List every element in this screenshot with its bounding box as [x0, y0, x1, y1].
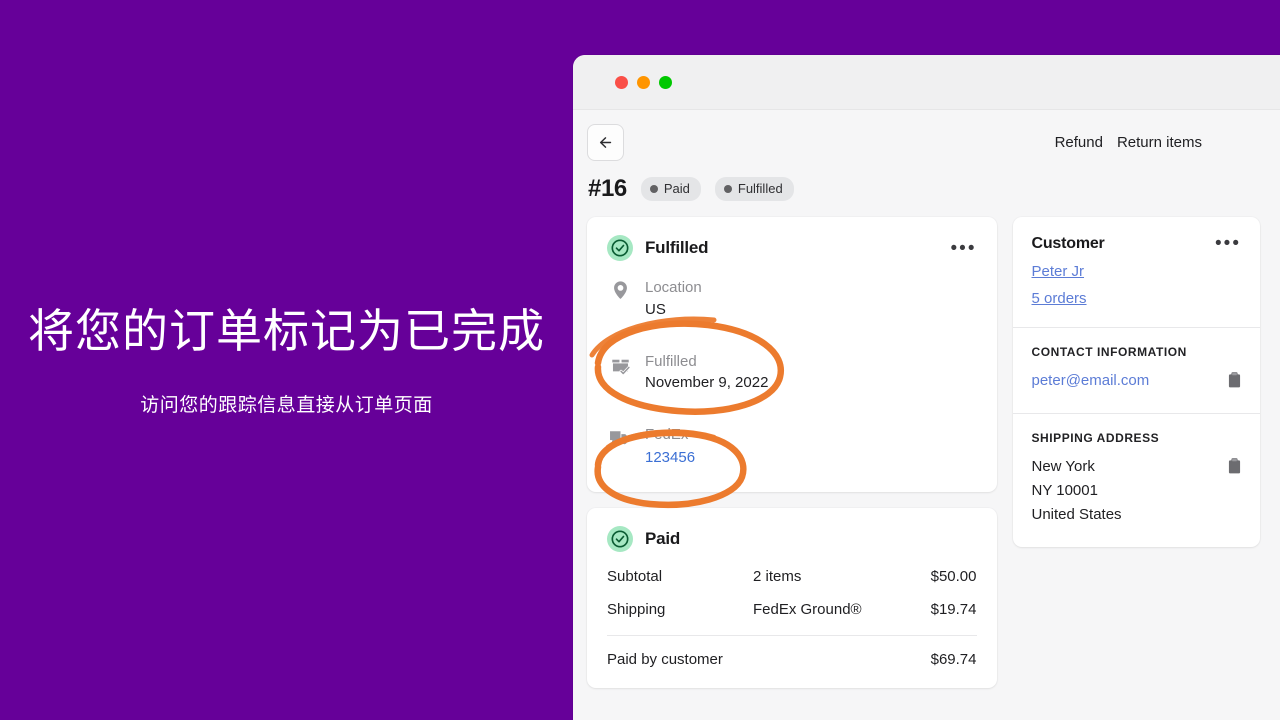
- payment-card: Paid Subtotal 2 items $50.00 Shipping Fe…: [587, 507, 997, 688]
- customer-card: Customer ••• Peter Jr 5 orders CONTACT I…: [1012, 217, 1261, 547]
- shipping-address-lines: New York NY 10001 United States: [1032, 455, 1122, 527]
- customer-orders-link[interactable]: 5 orders: [1032, 290, 1087, 307]
- maximize-window-button[interactable]: [659, 75, 672, 89]
- order-heading: #16 Paid Fulfilled: [587, 175, 1260, 203]
- payment-status-title: Paid: [645, 528, 681, 548]
- fulfillment-location-row: Location US: [607, 277, 977, 321]
- fulfilled-date-value: November 9, 2022: [645, 374, 769, 392]
- shipping-amount: $19.74: [930, 600, 977, 618]
- payment-divider: [607, 634, 977, 636]
- status-badge-fulfilled-label: Fulfilled: [737, 181, 783, 196]
- shipping-address-caption: SHIPPING ADDRESS: [1031, 431, 1160, 445]
- subtotal-label: Subtotal: [607, 567, 663, 585]
- check-circle-icon: [607, 525, 633, 552]
- order-main-column: Fulfilled ••• Location US Fulfilled Nove…: [587, 217, 997, 688]
- fulfilled-label: Fulfilled: [645, 352, 697, 370]
- map-pin-icon: [609, 277, 631, 302]
- payment-row-subtotal: Subtotal 2 items $50.00: [607, 568, 977, 585]
- customer-section-header: Customer •••: [1032, 234, 1242, 253]
- page-toolbar: Refund Return items: [587, 124, 1260, 161]
- fulfillment-carrier-text: FedEx 123456: [645, 424, 695, 470]
- promo-panel: 将您的订单标记为已完成 访问您的跟踪信息直接从订单页面: [0, 0, 573, 720]
- fulfillment-carrier-row: FedEx 123456: [607, 424, 977, 470]
- clipboard-icon[interactable]: [1228, 455, 1241, 479]
- customer-email-link[interactable]: peter@email.com: [1032, 369, 1150, 393]
- customer-title: Customer: [1031, 234, 1105, 252]
- status-badge-paid-label: Paid: [663, 181, 690, 196]
- shipping-detail: FedEx Ground®: [753, 600, 862, 618]
- customer-menu-button[interactable]: •••: [1215, 234, 1241, 253]
- order-actions: Refund Return items: [1055, 134, 1260, 151]
- fulfillment-status-title: Fulfilled: [645, 238, 709, 257]
- customer-section: Customer ••• Peter Jr 5 orders: [1013, 217, 1261, 327]
- fulfillment-date-row: Fulfilled November 9, 2022: [607, 351, 977, 395]
- promo-headline: 将您的订单标记为已完成: [28, 304, 545, 357]
- check-circle-icon: [607, 235, 633, 261]
- order-sidebar-column: Customer ••• Peter Jr 5 orders CONTACT I…: [1012, 217, 1261, 547]
- order-number: #16: [588, 175, 627, 202]
- tracking-number-link[interactable]: 123456: [645, 446, 695, 470]
- window-titlebar: [573, 55, 1280, 110]
- order-columns: Fulfilled ••• Location US Fulfilled Nove…: [587, 217, 1260, 688]
- paid-by-customer-label: Paid by customer: [607, 650, 723, 668]
- contact-information-caption: CONTACT INFORMATION: [1031, 345, 1187, 359]
- contact-email-row: peter@email.com: [1032, 369, 1242, 393]
- arrow-left-icon: [597, 134, 614, 151]
- refund-button[interactable]: Refund: [1055, 134, 1103, 151]
- location-value: US: [645, 300, 666, 318]
- fulfillment-date-text: Fulfilled November 9, 2022: [645, 351, 768, 395]
- package-check-icon: [609, 351, 631, 376]
- fulfillment-card: Fulfilled ••• Location US Fulfilled Nove…: [587, 217, 997, 492]
- status-dot-icon: [723, 184, 732, 193]
- return-items-button[interactable]: Return items: [1117, 134, 1202, 151]
- shipping-label: Shipping: [607, 600, 666, 618]
- fulfillment-menu-button[interactable]: •••: [951, 239, 977, 258]
- fulfillment-card-header: Fulfilled •••: [607, 235, 977, 261]
- truck-icon: [609, 424, 631, 446]
- location-label: Location: [645, 279, 702, 296]
- shipping-address-row: New York NY 10001 United States: [1032, 455, 1242, 527]
- payment-card-header: Paid: [607, 525, 977, 552]
- paid-by-customer-amount: $69.74: [930, 650, 977, 668]
- payment-row-total: Paid by customer $69.74: [607, 651, 977, 668]
- shipping-address-line-1: New York: [1031, 458, 1095, 475]
- subtotal-amount: $50.00: [930, 567, 977, 585]
- subtotal-detail: 2 items: [753, 567, 802, 585]
- contact-information-section: CONTACT INFORMATION peter@email.com: [1013, 328, 1261, 413]
- close-window-button[interactable]: [615, 75, 628, 89]
- fulfillment-title-group: Fulfilled: [607, 235, 709, 261]
- app-window: Refund Return items #16 Paid Fulfilled F…: [573, 55, 1280, 720]
- shipping-address-section: SHIPPING ADDRESS New York NY 10001 Unite…: [1013, 414, 1261, 547]
- shipping-address-line-3: United States: [1031, 506, 1122, 523]
- payment-row-shipping: Shipping FedEx Ground® $19.74: [607, 601, 977, 618]
- clipboard-icon[interactable]: [1228, 369, 1241, 393]
- status-dot-icon: [649, 184, 658, 193]
- status-badge-fulfilled: Fulfilled: [714, 177, 794, 201]
- fulfillment-location-text: Location US: [645, 277, 702, 321]
- carrier-label: FedEx: [645, 426, 689, 443]
- shipping-address-line-2: NY 10001: [1031, 482, 1098, 499]
- customer-name-link[interactable]: Peter Jr: [1032, 263, 1085, 280]
- promo-subtitle: 访问您的跟踪信息直接从订单页面: [140, 395, 433, 417]
- app-content: Refund Return items #16 Paid Fulfilled F…: [573, 110, 1280, 720]
- back-button[interactable]: [587, 124, 624, 161]
- minimize-window-button[interactable]: [637, 75, 650, 89]
- status-badge-paid: Paid: [640, 177, 701, 201]
